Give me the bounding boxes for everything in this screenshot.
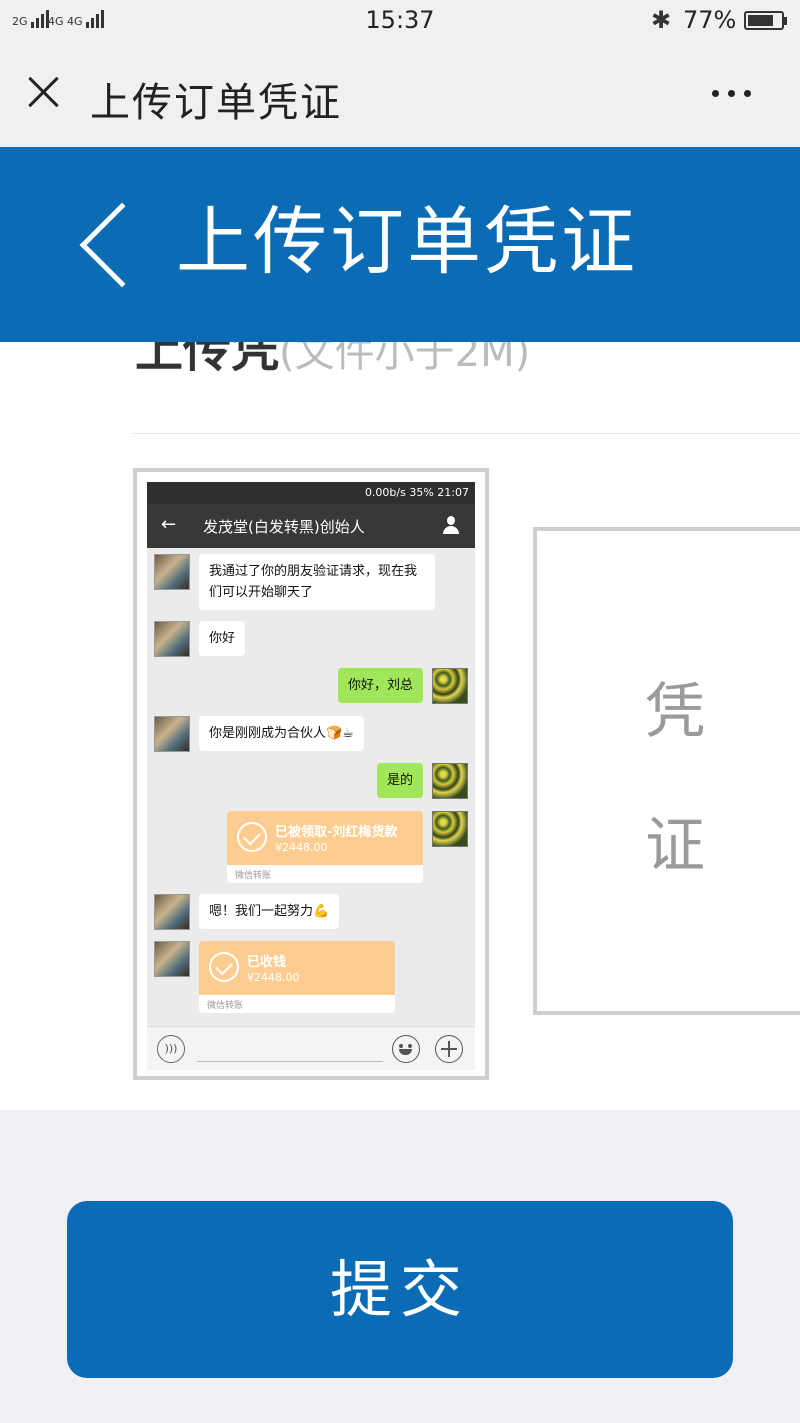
avatar (154, 894, 190, 930)
close-icon[interactable] (22, 70, 66, 114)
screenshot-chat-title: 发茂堂(白发转黑)创始人 (203, 518, 365, 536)
transfer-amount: ¥2448.00 (275, 841, 328, 854)
battery-percent: 77% (683, 6, 737, 34)
transfer-card: 已收钱 ¥2448.00 微信转账 (199, 941, 395, 1013)
divider (133, 433, 800, 434)
status-time: 15:37 (365, 6, 435, 34)
input-underline (197, 1061, 383, 1062)
chat-message: 嗯！我们一起努力💪 (199, 894, 340, 929)
chat-message: 你好，刘总 (337, 668, 423, 703)
transfer-footer: 微信转账 (235, 871, 272, 881)
transfer-amount: ¥2448.00 (247, 971, 300, 984)
emoji-icon (392, 1035, 420, 1063)
back-icon[interactable] (79, 202, 165, 288)
placeholder-char-1: 凭 (645, 677, 705, 747)
transfer-card: 已被领取-刘红梅货款 ¥2448.00 微信转账 (227, 811, 423, 883)
chat-message: 是的 (376, 763, 423, 798)
webview-titlebar: 上传订单凭证 (0, 42, 800, 147)
chat-message: 我通过了你的朋友验证请求，现在我们可以开始聊天了 (199, 554, 435, 610)
upload-label-text: 上传凭 (135, 340, 280, 378)
plus-icon (435, 1035, 463, 1063)
arrow-left-icon: ← (161, 514, 177, 535)
transfer-footer: 微信转账 (207, 1001, 244, 1011)
voice-icon: ))) (157, 1035, 185, 1063)
check-icon (209, 952, 239, 982)
user-icon (443, 516, 459, 534)
bluetooth-icon: ✱ (651, 6, 672, 34)
uploaded-image[interactable]: 0.00b/s 35% 21:07 ← 发茂堂(白发转黑)创始人 我通过了你的朋… (133, 468, 489, 1080)
avatar (154, 716, 190, 752)
avatar (432, 811, 468, 847)
transfer-title: 已收钱 (247, 955, 287, 970)
chat-message: 你是刚刚成为合伙人🍞☕ (199, 716, 364, 751)
screenshot-input-bar: ))) (147, 1026, 475, 1070)
avatar (154, 621, 190, 657)
avatar (154, 941, 190, 977)
upload-hint: (文件小于2M) (279, 340, 531, 376)
avatar (432, 763, 468, 799)
battery-icon (744, 11, 787, 30)
webview-title: 上传订单凭证 (90, 80, 342, 126)
battery-fill (748, 15, 773, 26)
transfer-title: 已被领取-刘红梅货款 (275, 825, 398, 840)
upload-label: 上传凭(文件小于2M) (135, 340, 530, 380)
status-bar: 2G 4G 4G 15:37 ✱ 77% (0, 0, 800, 42)
page-title: 上传订单凭证 (176, 199, 638, 285)
upload-card: 上传凭(文件小于2M) 0.00b/s 35% 21:07 ← 发茂堂(白发转黑… (0, 340, 800, 1110)
page-header: 上传订单凭证 (0, 147, 800, 342)
avatar (432, 668, 468, 704)
placeholder-char-2: 证 (645, 811, 705, 881)
upload-placeholder[interactable]: 凭 证 (533, 527, 800, 1015)
avatar (154, 554, 190, 590)
chat-screenshot: 0.00b/s 35% 21:07 ← 发茂堂(白发转黑)创始人 我通过了你的朋… (147, 482, 475, 1070)
submit-button[interactable]: 提交 (67, 1201, 733, 1378)
more-icon[interactable] (712, 90, 751, 97)
screenshot-status-bar: 0.00b/s 35% 21:07 (147, 482, 475, 504)
chat-message: 你好 (199, 621, 246, 656)
screenshot-chat-header: ← 发茂堂(白发转黑)创始人 (147, 504, 475, 548)
check-icon (237, 822, 267, 852)
